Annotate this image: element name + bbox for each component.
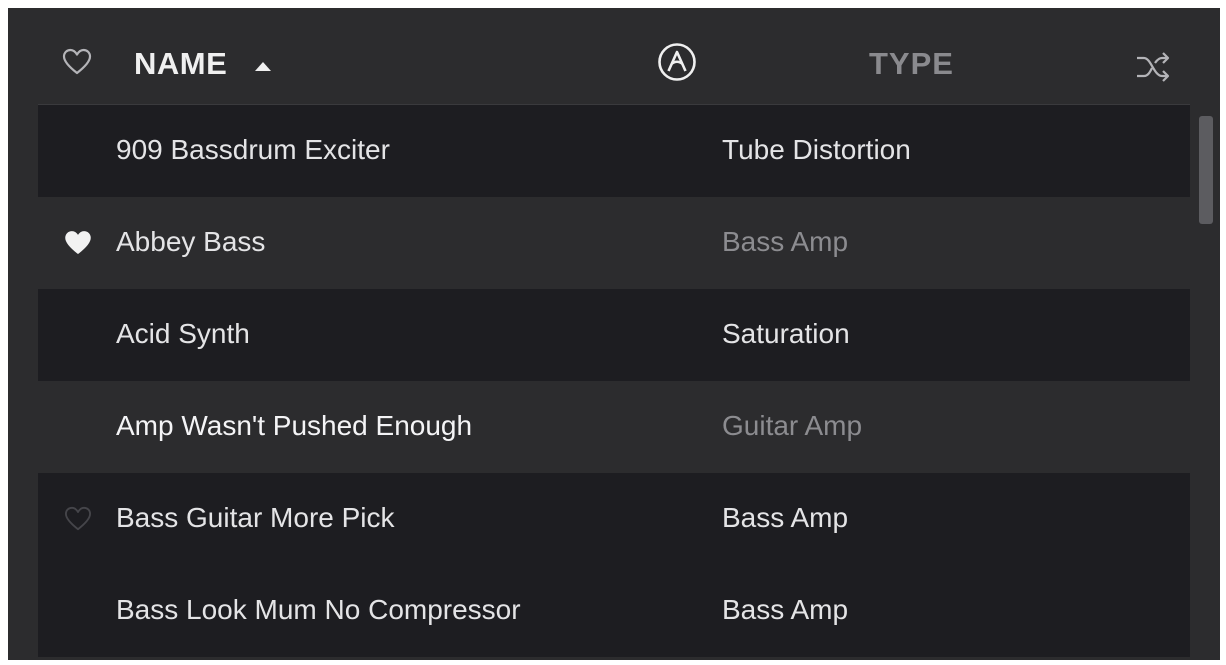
preset-browser-panel: NAME TYPE 909 Bassdrum Exciter Tube Dist… [8,8,1220,660]
scrollbar-thumb[interactable] [1199,116,1213,224]
preset-row[interactable]: Bass Guitar More Pick Bass Amp [38,473,1190,565]
type-column-header[interactable]: TYPE [869,44,954,84]
preset-name: Amp Wasn't Pushed Enough [116,410,473,441]
favorite-heart-filled-icon[interactable] [64,230,92,256]
name-column-header[interactable]: NAME [134,44,227,84]
preset-row[interactable]: Abbey Bass Bass Amp [38,197,1190,289]
preset-type: Bass Amp [722,502,849,533]
preset-type: Guitar Amp [722,410,863,441]
preset-row[interactable]: 909 Bassdrum Exciter Tube Distortion [38,105,1190,197]
sort-ascending-icon[interactable] [255,62,271,71]
arturia-logo-icon[interactable] [657,42,697,82]
preset-type: Bass Amp [722,594,849,625]
preset-list: 909 Bassdrum Exciter Tube Distortion Abb… [38,105,1190,660]
preset-type: Saturation [722,318,850,349]
preset-row[interactable]: Acid Synth Saturation [38,289,1190,381]
preset-row[interactable]: Bass Look Mum No Compressor Bass Amp [38,565,1190,657]
preset-row[interactable]: Amp Wasn't Pushed Enough Guitar Amp [38,381,1190,473]
preset-name: 909 Bassdrum Exciter [116,134,390,165]
list-scrollbar[interactable] [1198,112,1214,660]
preset-name: Bass Look Mum No Compressor [116,594,521,625]
preset-type: Tube Distortion [722,134,911,165]
preset-name: Bass Guitar More Pick [116,502,395,533]
favorite-heart-outline-icon[interactable] [64,506,92,532]
favorites-filter-heart-icon[interactable] [62,48,92,76]
shuffle-icon[interactable] [1134,50,1172,84]
preset-name: Abbey Bass [116,226,266,257]
preset-type: Bass Amp [722,226,849,257]
list-header: NAME TYPE [8,8,1220,104]
preset-name: Acid Synth [116,318,250,349]
